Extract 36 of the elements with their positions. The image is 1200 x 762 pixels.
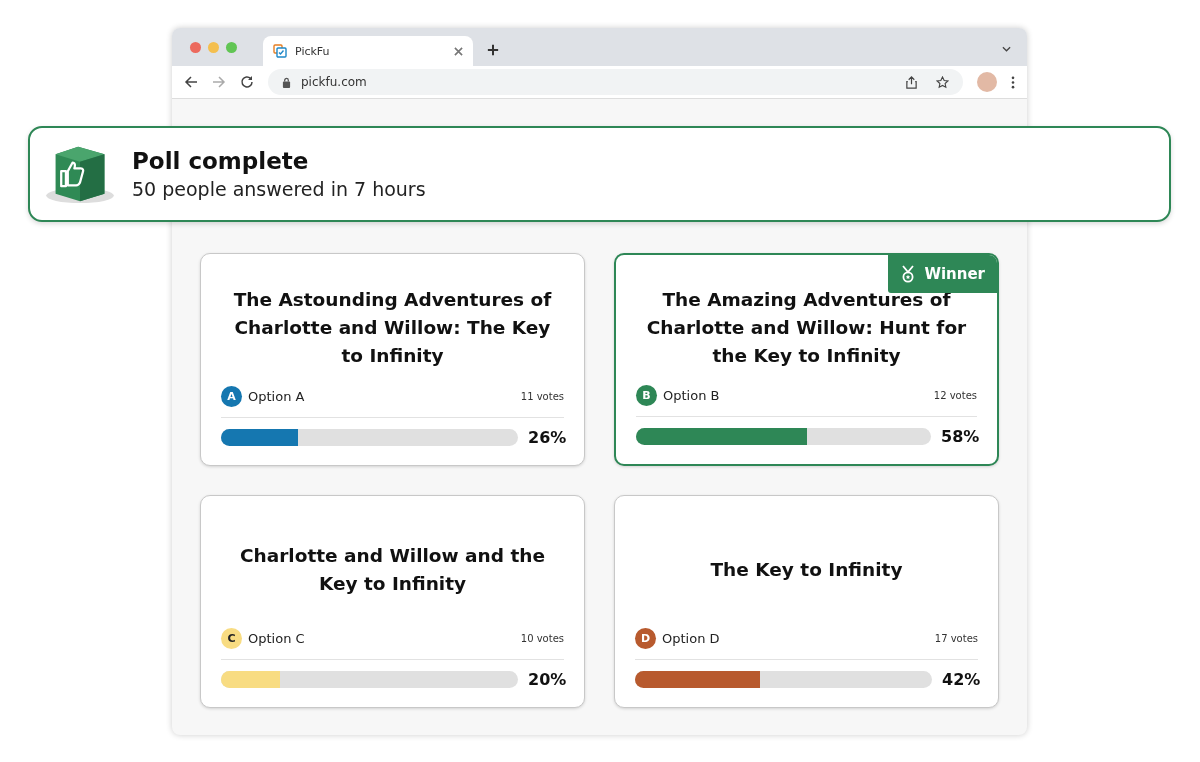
option-title: The Astounding Adventures of Charlotte and Willow: The Key to Infinity bbox=[232, 287, 553, 368]
option-letter: B bbox=[636, 384, 657, 406]
close-icon[interactable] bbox=[454, 46, 463, 56]
banner-subtitle: 50 people answered in 7 hours bbox=[132, 178, 426, 200]
lock-icon bbox=[282, 76, 291, 88]
vote-count: 12 votes bbox=[933, 389, 977, 401]
option-label: Option A bbox=[248, 388, 305, 404]
vote-count: 10 votes bbox=[520, 632, 564, 644]
option-label: Option D bbox=[662, 630, 720, 646]
percentage: 26% bbox=[528, 428, 564, 447]
winner-label: Winner bbox=[924, 265, 985, 283]
option-label: Option B bbox=[663, 387, 720, 403]
chevron-down-icon[interactable] bbox=[1002, 46, 1011, 52]
vote-count: 11 votes bbox=[520, 390, 564, 402]
option-label: Option C bbox=[248, 630, 305, 646]
percentage: 20% bbox=[528, 670, 564, 689]
option-letter: D bbox=[635, 627, 656, 649]
reload-icon[interactable] bbox=[240, 75, 254, 89]
address-bar[interactable]: pickfu.com bbox=[268, 69, 963, 95]
new-tab-icon[interactable] bbox=[487, 44, 499, 56]
option-letter: C bbox=[221, 627, 242, 649]
vote-count: 17 votes bbox=[934, 632, 978, 644]
checkbox-icon bbox=[273, 44, 287, 58]
more-menu-icon[interactable] bbox=[1011, 75, 1015, 89]
banner-title: Poll complete bbox=[132, 148, 310, 174]
browser-tab[interactable]: PickFu bbox=[263, 36, 473, 66]
option-letter: A bbox=[221, 385, 242, 407]
option-title: The Amazing Adventures of Charlotte and Willow: Hunt for the Key to Infinity bbox=[645, 287, 968, 368]
option-title: The Key to Infinity bbox=[710, 557, 903, 582]
share-icon[interactable] bbox=[905, 75, 918, 89]
percentage: 42% bbox=[942, 670, 978, 689]
back-arrow-icon[interactable] bbox=[184, 75, 198, 89]
star-icon[interactable] bbox=[936, 75, 949, 89]
percentage: 58% bbox=[941, 427, 977, 446]
option-title: Charlotte and Willow and the Key to Infinity bbox=[239, 543, 546, 596]
medal-icon bbox=[900, 265, 917, 283]
